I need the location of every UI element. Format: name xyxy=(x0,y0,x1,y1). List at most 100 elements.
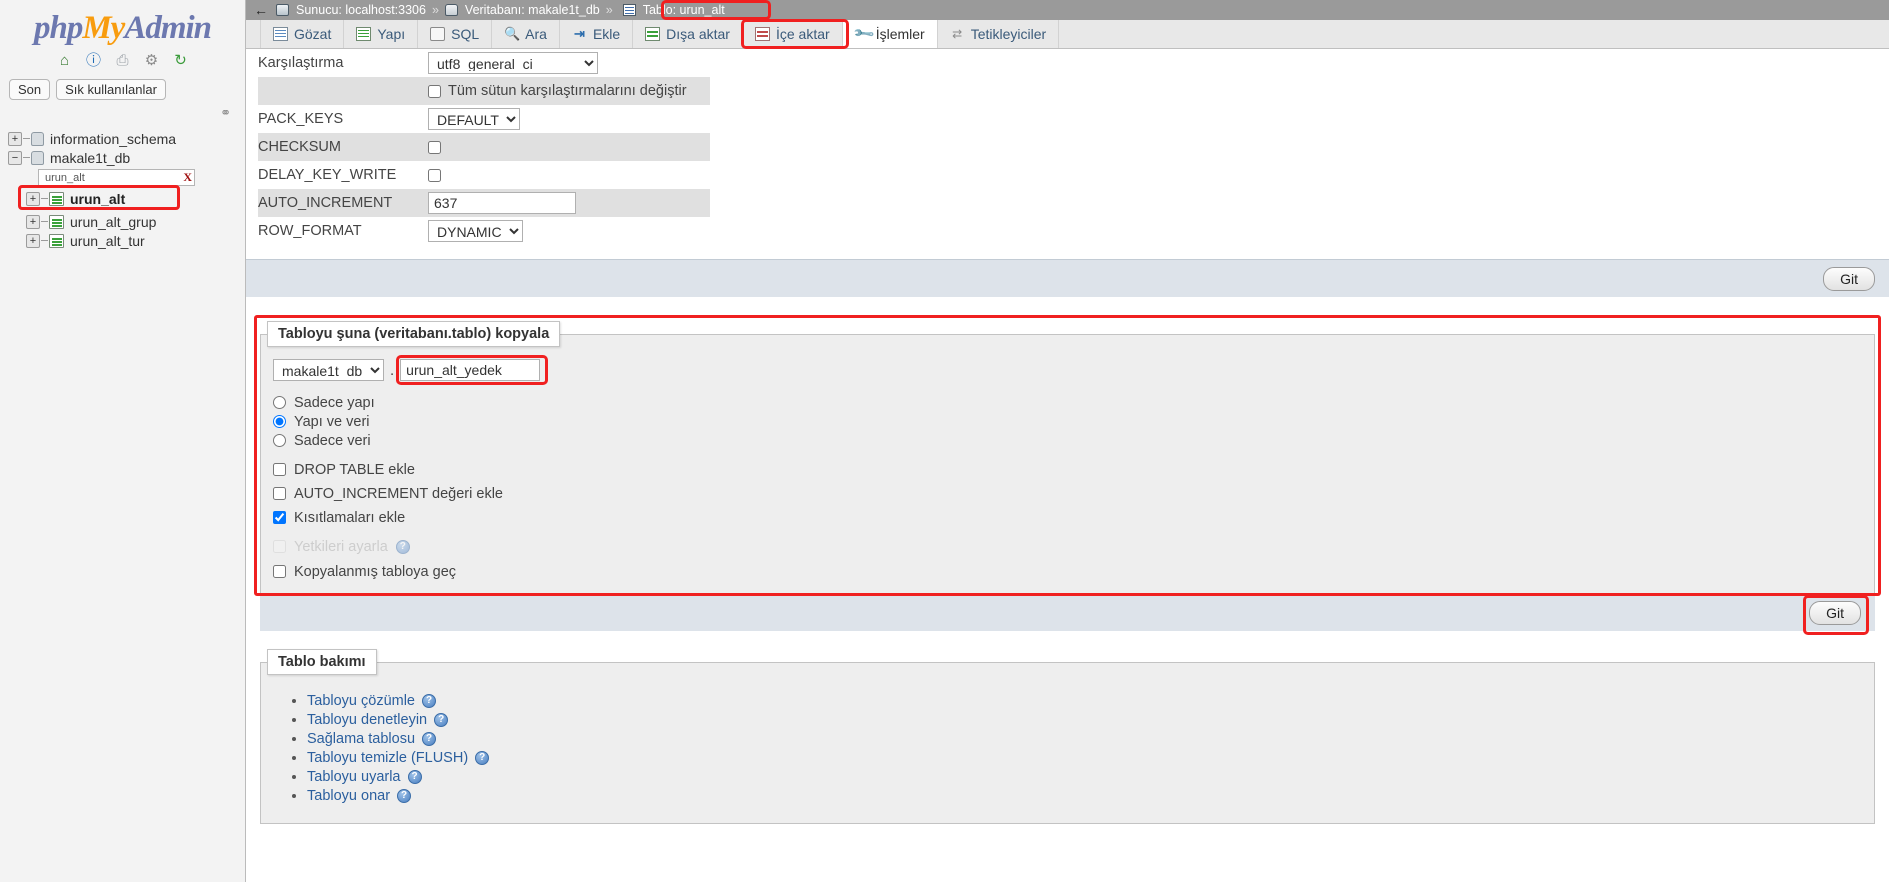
expand-icon[interactable]: + xyxy=(26,233,40,248)
add-auto-increment-checkbox[interactable] xyxy=(273,487,286,500)
radio-label: Yapı ve veri xyxy=(294,413,370,430)
table-tab-bar: Gözat Yapı SQL 🔍 Ara ⇥ Ekle Dışa aktar İ… xyxy=(246,19,1889,49)
pack-keys-select[interactable]: DEFAULT xyxy=(428,108,520,130)
breadcrumb-database[interactable]: Veritabanı: makale1t_db xyxy=(465,3,600,17)
back-arrow-icon[interactable]: ← xyxy=(250,2,276,18)
add-constraints-row[interactable]: Kısıtlamaları ekle xyxy=(273,508,1874,527)
tab-structure[interactable]: Yapı xyxy=(344,20,419,48)
maintenance-item: Tabloyu onar ? xyxy=(307,788,1874,804)
tree-item-information-schema[interactable]: + information_schema xyxy=(8,129,245,148)
tab-insert[interactable]: ⇥ Ekle xyxy=(559,20,634,48)
row-format-select[interactable]: DYNAMIC xyxy=(428,220,523,242)
expand-icon[interactable]: + xyxy=(8,131,22,146)
breadcrumb-table-wrap: Tablo: urun_alt xyxy=(619,2,729,18)
switch-to-copied-table-row[interactable]: Kopyalanmış tabloya geç xyxy=(273,562,1874,581)
copy-table-go-button[interactable]: Git xyxy=(1809,600,1861,625)
copy-option-data-only[interactable]: Sadece veri xyxy=(273,431,1874,450)
clear-filter-icon[interactable]: X xyxy=(181,170,192,185)
copy-table-body: makale1t_db . Sadece yapı xyxy=(261,355,1874,593)
auto-increment-input[interactable] xyxy=(428,192,576,214)
tree-connector xyxy=(41,240,48,241)
breadcrumb-table[interactable]: Tablo: urun_alt xyxy=(643,3,725,17)
help-icon[interactable]: ? xyxy=(397,789,412,803)
tree-item-urun-alt[interactable]: + urun_alt xyxy=(8,188,245,209)
sidebar-chain-row: ⚭ xyxy=(0,102,245,125)
analyze-table-link[interactable]: Tabloyu çözümle xyxy=(307,693,415,709)
change-all-collations-checkbox[interactable] xyxy=(428,84,441,98)
logo-php: php xyxy=(33,10,83,46)
tree-item-makale1t-db[interactable]: − makale1t_db xyxy=(8,148,245,167)
help-icon[interactable]: ? xyxy=(422,732,437,746)
tree-connector xyxy=(23,157,30,158)
option-label: ROW_FORMAT xyxy=(258,223,362,239)
table-icon xyxy=(49,233,64,248)
tab-import[interactable]: İçe aktar xyxy=(742,20,843,48)
insert-icon: ⇥ xyxy=(573,26,585,41)
help-icon[interactable]: ? xyxy=(395,539,410,554)
tab-operations[interactable]: 🔧 İşlemler xyxy=(842,20,938,48)
copy-target-database-select[interactable]: makale1t_db xyxy=(273,359,384,381)
documentation-icon[interactable]: ⎙ xyxy=(113,51,133,71)
breadcrumb-server[interactable]: Sunucu: localhost:3306 xyxy=(296,3,426,17)
checksum-checkbox[interactable] xyxy=(428,140,441,154)
recent-button[interactable]: Son xyxy=(9,79,51,100)
tab-browse[interactable]: Gözat xyxy=(260,20,345,48)
tree-item-urun-alt-tur[interactable]: + urun_alt_tur xyxy=(8,231,245,250)
option-label: PACK_KEYS xyxy=(258,111,344,127)
tab-sql[interactable]: SQL xyxy=(418,20,493,48)
checksum-table-link[interactable]: Sağlama tablosu xyxy=(307,731,415,747)
tab-export[interactable]: Dışa aktar xyxy=(633,20,743,48)
repair-table-link[interactable]: Tabloyu onar xyxy=(307,788,390,804)
table-icon xyxy=(49,191,64,206)
option-value: utf8_general_ci xyxy=(428,49,710,77)
collation-select[interactable]: utf8_general_ci xyxy=(428,52,598,74)
add-auto-increment-row[interactable]: AUTO_INCREMENT değeri ekle xyxy=(273,484,1874,503)
copy-target-table-input[interactable] xyxy=(400,359,541,381)
tree-item-label: makale1t_db xyxy=(50,149,131,166)
change-all-collations-row[interactable]: Tüm sütun karşılaştırmalarını değiştir xyxy=(428,83,710,99)
check-table-link[interactable]: Tabloyu denetleyin xyxy=(307,712,427,728)
phpmyadmin-window: phpMyAdmin ⌂ ⓘ ⎙ ⚙ ↻ Son Sık kullanılanl… xyxy=(0,0,1889,882)
structure-and-data-radio[interactable] xyxy=(273,415,286,428)
home-icon[interactable]: ⌂ xyxy=(55,51,75,71)
adjust-privileges-row[interactable]: Yetkileri ayarla ? xyxy=(273,537,1874,556)
add-drop-table-row[interactable]: DROP TABLE ekle xyxy=(273,460,1874,479)
help-icon[interactable]: ⓘ xyxy=(84,51,104,71)
table-filter-input[interactable] xyxy=(43,170,182,185)
optimize-table-link[interactable]: Tabloyu uyarla xyxy=(307,769,401,785)
flush-table-link[interactable]: Tabloyu temizle (FLUSH) xyxy=(307,750,468,766)
settings-gear-icon[interactable]: ⚙ xyxy=(142,51,162,71)
help-icon[interactable]: ? xyxy=(407,770,422,784)
switch-to-copied-table-checkbox[interactable] xyxy=(273,565,286,578)
help-icon[interactable]: ? xyxy=(475,751,490,765)
help-icon[interactable]: ? xyxy=(422,694,436,708)
reload-icon[interactable]: ↻ xyxy=(171,51,191,71)
tab-triggers[interactable]: ⇄ Tetikleyiciler xyxy=(937,20,1060,48)
delay-key-write-checkbox[interactable] xyxy=(428,168,441,182)
expand-icon[interactable]: + xyxy=(26,191,40,206)
help-icon[interactable]: ? xyxy=(434,713,449,727)
expand-icon[interactable]: + xyxy=(26,214,40,229)
tab-search[interactable]: 🔍 Ara xyxy=(492,20,560,48)
table-row: Karşılaştırma utf8_general_ci xyxy=(258,49,710,77)
add-drop-table-checkbox[interactable] xyxy=(273,463,286,476)
phpmyadmin-logo[interactable]: phpMyAdmin xyxy=(0,0,245,49)
data-only-radio[interactable] xyxy=(273,434,286,447)
adjust-privileges-checkbox[interactable] xyxy=(273,540,286,553)
structure-only-radio[interactable] xyxy=(273,396,286,409)
radio-label: Sadece yapı xyxy=(294,394,375,411)
copy-option-structure-and-data[interactable]: Yapı ve veri xyxy=(273,412,1874,431)
table-row: CHECKSUM xyxy=(258,133,710,161)
option-label: DELAY_KEY_WRITE xyxy=(258,167,397,183)
add-constraints-checkbox[interactable] xyxy=(273,511,286,524)
chain-link-icon[interactable]: ⚭ xyxy=(220,105,231,120)
sidebar-pills: Son Sık kullanılanlar xyxy=(0,76,245,102)
table-filter-box[interactable]: X xyxy=(38,169,195,186)
favorites-button[interactable]: Sık kullanılanlar xyxy=(56,79,166,100)
collapse-icon[interactable]: − xyxy=(8,150,22,165)
copy-option-structure-only[interactable]: Sadece yapı xyxy=(273,393,1874,412)
option-value: DEFAULT xyxy=(428,105,710,133)
tree-item-urun-alt-grup[interactable]: + urun_alt_grup xyxy=(8,212,245,231)
table-options-go-button[interactable]: Git xyxy=(1823,266,1875,291)
